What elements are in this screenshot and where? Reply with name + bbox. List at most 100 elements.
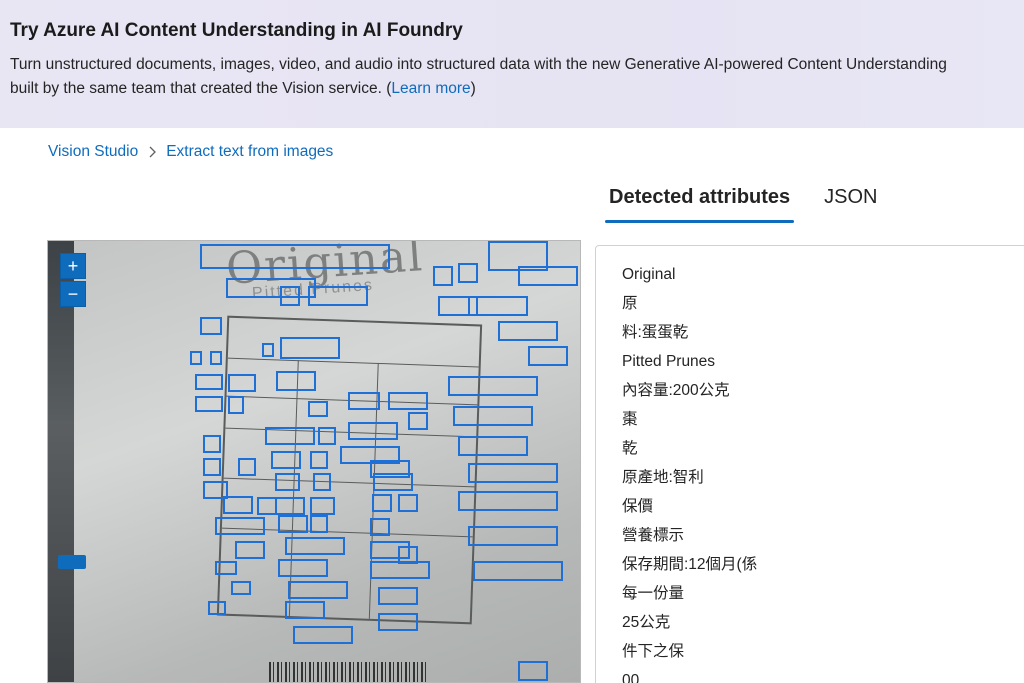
- text-bounding-box: [378, 587, 418, 605]
- detected-text-line[interactable]: 件下之保: [622, 637, 757, 666]
- detected-text-line[interactable]: 保價: [622, 492, 757, 521]
- tab-json[interactable]: JSON: [820, 184, 881, 224]
- text-bounding-box: [231, 581, 251, 595]
- text-bounding-box: [308, 286, 368, 306]
- text-bounding-box: [223, 496, 253, 514]
- text-bounding-box: [208, 601, 226, 615]
- zoom-out-button[interactable]: −: [60, 281, 86, 307]
- text-bounding-box: [372, 494, 392, 512]
- detected-text-list: Original 原料:蛋蛋乾 Pitted Prunes 內容量:200公克棗乾原產…: [622, 260, 757, 683]
- text-bounding-box: [373, 473, 413, 491]
- text-bounding-box: [468, 463, 558, 483]
- text-bounding-box: [468, 296, 528, 316]
- text-bounding-box: [278, 559, 328, 577]
- text-bounding-box: [498, 321, 558, 341]
- banner-title: Try Azure AI Content Understanding in AI…: [10, 20, 463, 41]
- text-bounding-box: [257, 497, 277, 515]
- tab-detected-attributes[interactable]: Detected attributes: [605, 184, 795, 224]
- text-bounding-box: [310, 497, 335, 515]
- text-bounding-box: [276, 371, 316, 391]
- text-bounding-box: [318, 427, 336, 445]
- text-bounding-box: [203, 435, 221, 453]
- text-bounding-box: [288, 581, 348, 599]
- detected-text-line[interactable]: 乾: [622, 434, 757, 463]
- detected-text-line[interactable]: Original: [622, 260, 757, 289]
- learn-more-link[interactable]: Learn more: [391, 80, 470, 97]
- text-bounding-box: [280, 337, 340, 359]
- text-bounding-box: [468, 526, 558, 546]
- text-bounding-box: [235, 541, 265, 559]
- detected-text-line[interactable]: 原: [622, 289, 757, 318]
- banner-description-line1: Turn unstructured documents, images, vid…: [10, 56, 947, 73]
- text-bounding-box: [370, 518, 390, 536]
- detected-text-line[interactable]: 營養標示: [622, 521, 757, 550]
- banner-description-suffix: ): [470, 80, 476, 97]
- text-bounding-box: [348, 422, 398, 440]
- text-bounding-box: [473, 561, 563, 581]
- pan-handle[interactable]: [58, 555, 86, 569]
- breadcrumb-extract-text[interactable]: Extract text from images: [166, 143, 333, 161]
- text-bounding-box: [228, 374, 256, 392]
- detected-text-line[interactable]: 棗: [622, 405, 757, 434]
- text-bounding-box: [195, 374, 223, 390]
- detected-text-line[interactable]: 內容量:200公克: [622, 376, 757, 405]
- text-bounding-box: [271, 451, 301, 469]
- detected-text-line[interactable]: 每一份量: [622, 579, 757, 608]
- barcode-graphic: [269, 662, 429, 682]
- text-bounding-box: [275, 473, 300, 491]
- breadcrumb-vision-studio[interactable]: Vision Studio: [48, 143, 138, 161]
- text-bounding-box: [458, 263, 478, 283]
- text-bounding-box: [200, 317, 222, 335]
- text-bounding-box: [518, 661, 548, 681]
- text-bounding-box: [195, 396, 223, 412]
- text-bounding-box: [280, 286, 300, 306]
- text-bounding-box: [433, 266, 453, 286]
- text-bounding-box: [200, 244, 390, 269]
- chevron-right-icon: [138, 143, 166, 161]
- text-bounding-box: [370, 561, 430, 579]
- text-bounding-box: [458, 491, 558, 511]
- text-bounding-box: [275, 497, 305, 515]
- text-bounding-box: [310, 515, 328, 533]
- text-bounding-box: [210, 351, 222, 365]
- text-bounding-box: [285, 537, 345, 555]
- image-viewer[interactable]: Original Pitted Prunes + −: [47, 240, 581, 683]
- text-bounding-box: [458, 436, 528, 456]
- zoom-in-button[interactable]: +: [60, 253, 86, 279]
- promo-banner: Try Azure AI Content Understanding in AI…: [0, 0, 1024, 128]
- text-bounding-box: [388, 392, 428, 410]
- detected-text-line[interactable]: 保存期間:12個月(係: [622, 550, 757, 579]
- detected-text-line[interactable]: 料:蛋蛋乾: [622, 318, 757, 347]
- text-bounding-box: [528, 346, 568, 366]
- text-bounding-box: [313, 473, 331, 491]
- text-bounding-box: [203, 458, 221, 476]
- detected-text-line[interactable]: 00: [622, 666, 757, 683]
- text-bounding-box: [310, 451, 328, 469]
- text-bounding-box: [215, 561, 237, 575]
- results-tabs: Detected attributes JSON: [605, 184, 908, 224]
- text-bounding-box: [518, 266, 578, 286]
- text-bounding-box: [285, 601, 325, 619]
- text-bounding-box: [378, 613, 418, 631]
- banner-description: Turn unstructured documents, images, vid…: [10, 53, 1024, 101]
- text-bounding-box: [348, 392, 380, 410]
- detected-text-line[interactable]: Pitted Prunes: [622, 347, 757, 376]
- detected-text-line[interactable]: 原產地:智利: [622, 463, 757, 492]
- banner-description-line2: built by the same team that created the …: [10, 80, 392, 97]
- text-bounding-box: [215, 517, 265, 535]
- text-bounding-box: [190, 351, 202, 365]
- detected-text-line[interactable]: 25公克: [622, 608, 757, 637]
- text-bounding-box: [448, 376, 538, 396]
- text-bounding-box: [408, 412, 428, 430]
- text-bounding-box: [228, 396, 244, 414]
- text-bounding-box: [453, 406, 533, 426]
- text-bounding-box: [226, 278, 316, 298]
- breadcrumb: Vision Studio Extract text from images: [48, 143, 333, 161]
- text-bounding-box: [238, 458, 256, 476]
- text-bounding-box: [262, 343, 274, 357]
- text-bounding-box: [308, 401, 328, 417]
- nutrition-label-graphic: [216, 315, 483, 625]
- text-bounding-box: [265, 427, 315, 445]
- detected-attributes-panel: Original 原料:蛋蛋乾 Pitted Prunes 內容量:200公克棗乾原產…: [595, 245, 1024, 683]
- text-bounding-box: [398, 494, 418, 512]
